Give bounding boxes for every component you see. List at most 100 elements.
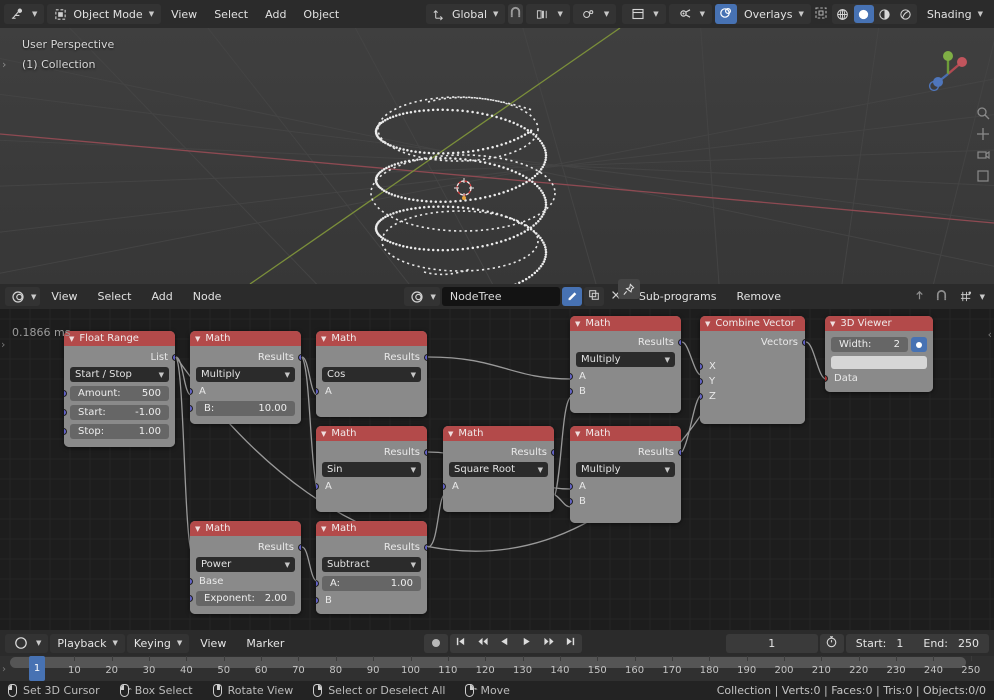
width-field[interactable]: Width: 2 <box>831 337 908 352</box>
amount-field[interactable]: Amount: 500 <box>70 386 169 401</box>
node-output-results[interactable]: Results <box>190 540 301 555</box>
node-output-results[interactable]: Results <box>443 445 554 460</box>
node-snap-button[interactable] <box>932 287 952 306</box>
input-socket[interactable] <box>190 388 193 395</box>
node-input-a[interactable]: A <box>316 479 427 494</box>
node-math-square-root[interactable]: ▼ Math Results Square Root ▼ A <box>443 426 554 512</box>
input-socket[interactable] <box>316 388 319 395</box>
node-input-y[interactable]: Y <box>700 374 805 389</box>
math-operation-dropdown[interactable]: Multiply ▼ <box>196 367 295 382</box>
shade-rendered-button[interactable] <box>896 5 916 23</box>
input-socket[interactable] <box>570 388 573 395</box>
node-header-math[interactable]: ▼ Math <box>570 426 681 441</box>
output-socket[interactable] <box>424 354 427 361</box>
collapse-triangle-icon[interactable]: ▼ <box>705 320 710 328</box>
node-menu-node[interactable]: Node <box>184 288 231 305</box>
pin-icon[interactable] <box>617 279 640 299</box>
copy-node-tree-button[interactable] <box>583 287 604 306</box>
output-socket[interactable] <box>424 449 427 456</box>
new-node-tree-button[interactable] <box>561 287 582 306</box>
math-operation-dropdown[interactable]: Power ▼ <box>196 557 295 572</box>
transform-orientation-selector[interactable]: Global ▼ <box>425 4 506 24</box>
playback-popover[interactable]: Playback ▼ <box>50 633 125 653</box>
math-operation-dropdown[interactable]: Square Root ▼ <box>449 462 548 477</box>
navigation-gizmo[interactable] <box>922 44 974 96</box>
frame-end-field[interactable]: End: 250 <box>913 633 989 653</box>
collapse-triangle-icon[interactable]: ▼ <box>575 430 580 438</box>
use-preview-range-button[interactable] <box>819 633 844 653</box>
overlays-toggle[interactable] <box>715 4 738 24</box>
input-socket-amount[interactable] <box>64 390 67 397</box>
node-math-multiply-1[interactable]: ▼ Math Results Multiply ▼ A B: 10.00 <box>190 331 301 424</box>
next-keyframe-button[interactable] <box>537 633 560 653</box>
node-input-a[interactable]: A <box>443 479 554 494</box>
auto-keying-button[interactable] <box>423 633 448 653</box>
node-combine-vector[interactable]: ▼ Combine Vector Vectors X Y Z <box>700 316 805 424</box>
timeline-sidebar-toggle[interactable]: › <box>2 664 6 675</box>
timeline-menu-marker[interactable]: Marker <box>237 634 293 653</box>
prev-keyframe-button[interactable] <box>471 633 494 653</box>
node-3d-viewer[interactable]: ▼ 3D Viewer Width: 2 Data <box>825 316 933 392</box>
node-header-math[interactable]: ▼ Math <box>316 426 427 441</box>
shade-material-button[interactable] <box>875 5 895 23</box>
input-socket[interactable] <box>443 483 446 490</box>
go-to-parent-button[interactable] <box>910 287 930 306</box>
node-canvas-right-toggle[interactable]: ‹ <box>988 328 992 341</box>
play-reverse-button[interactable] <box>493 633 516 653</box>
node-output-results[interactable]: Results <box>316 540 427 555</box>
proportional-editing-button[interactable]: ▼ <box>526 4 570 24</box>
input-socket[interactable] <box>700 363 703 370</box>
collapse-triangle-icon[interactable]: ▼ <box>321 335 326 343</box>
node-output-results[interactable]: Results <box>190 350 301 365</box>
output-socket[interactable] <box>802 339 805 346</box>
collapse-triangle-icon[interactable]: ▼ <box>195 335 200 343</box>
input-socket-exponent[interactable] <box>190 595 193 602</box>
output-socket[interactable] <box>678 339 681 346</box>
node-input-b[interactable]: B <box>316 593 427 608</box>
math-operation-dropdown[interactable]: Sin ▼ <box>322 462 421 477</box>
input-socket-stop[interactable] <box>64 428 67 435</box>
node-output-results[interactable]: Results <box>570 335 681 350</box>
node-canvas-left-toggle[interactable]: › <box>1 338 5 351</box>
node-editor-type-selector[interactable]: ▼ <box>5 287 41 306</box>
node-input-x[interactable]: X <box>700 359 805 374</box>
math-operation-dropdown[interactable]: Cos ▼ <box>322 367 421 382</box>
node-output-vectors[interactable]: Vectors <box>700 335 805 350</box>
gizmos-button[interactable]: ▼ <box>668 4 713 24</box>
input-socket[interactable] <box>700 378 703 385</box>
input-socket[interactable] <box>316 597 319 604</box>
collapse-triangle-icon[interactable]: ▼ <box>575 320 580 328</box>
node-menu-select[interactable]: Select <box>89 288 141 305</box>
jump-to-start-button[interactable] <box>449 633 472 653</box>
node-math-cos[interactable]: ▼ Math Results Cos ▼ A <box>316 331 427 417</box>
math-operation-dropdown[interactable]: Multiply ▼ <box>576 462 675 477</box>
menu-object[interactable]: Object <box>296 4 346 24</box>
output-socket[interactable] <box>551 449 554 456</box>
input-socket-b[interactable] <box>190 405 193 412</box>
output-socket[interactable] <box>298 544 301 551</box>
node-output-results[interactable]: Results <box>570 445 681 460</box>
input-socket[interactable] <box>570 498 573 505</box>
mirror-options-button[interactable]: ▼ <box>572 4 617 24</box>
node-menu-view[interactable]: View <box>42 288 86 305</box>
menu-view[interactable]: View <box>164 4 204 24</box>
a-field[interactable]: A: 1.00 <box>322 576 421 591</box>
node-math-subtract[interactable]: ▼ Math Results Subtract ▼ A: 1.00 B <box>316 521 427 614</box>
output-socket[interactable] <box>424 544 427 551</box>
input-socket[interactable] <box>316 483 319 490</box>
timeline-strip[interactable]: › 10 20 30 40 50 60 70 80 90 100 110 120 130 140 150 16… <box>0 656 994 681</box>
snap-magnet-button[interactable] <box>508 4 524 24</box>
range-mode-dropdown[interactable]: Start / Stop ▼ <box>70 367 169 382</box>
view-object-types-button[interactable]: ▼ <box>622 4 666 24</box>
output-socket[interactable] <box>678 449 681 456</box>
node-header-math[interactable]: ▼ Math <box>570 316 681 331</box>
xray-toggle[interactable] <box>814 4 829 24</box>
menu-add[interactable]: Add <box>258 4 293 24</box>
collapse-triangle-icon[interactable]: ▼ <box>448 430 453 438</box>
viewer-object-field[interactable] <box>831 356 927 369</box>
collapse-triangle-icon[interactable]: ▼ <box>321 525 326 533</box>
node-input-base[interactable]: Base <box>190 574 301 589</box>
play-button[interactable] <box>515 633 538 653</box>
node-float-range[interactable]: ▼ Float Range List Start / Stop ▼ Amount:… <box>64 331 175 447</box>
3d-viewport[interactable]: › User Perspective (1) Collection <box>0 28 994 284</box>
